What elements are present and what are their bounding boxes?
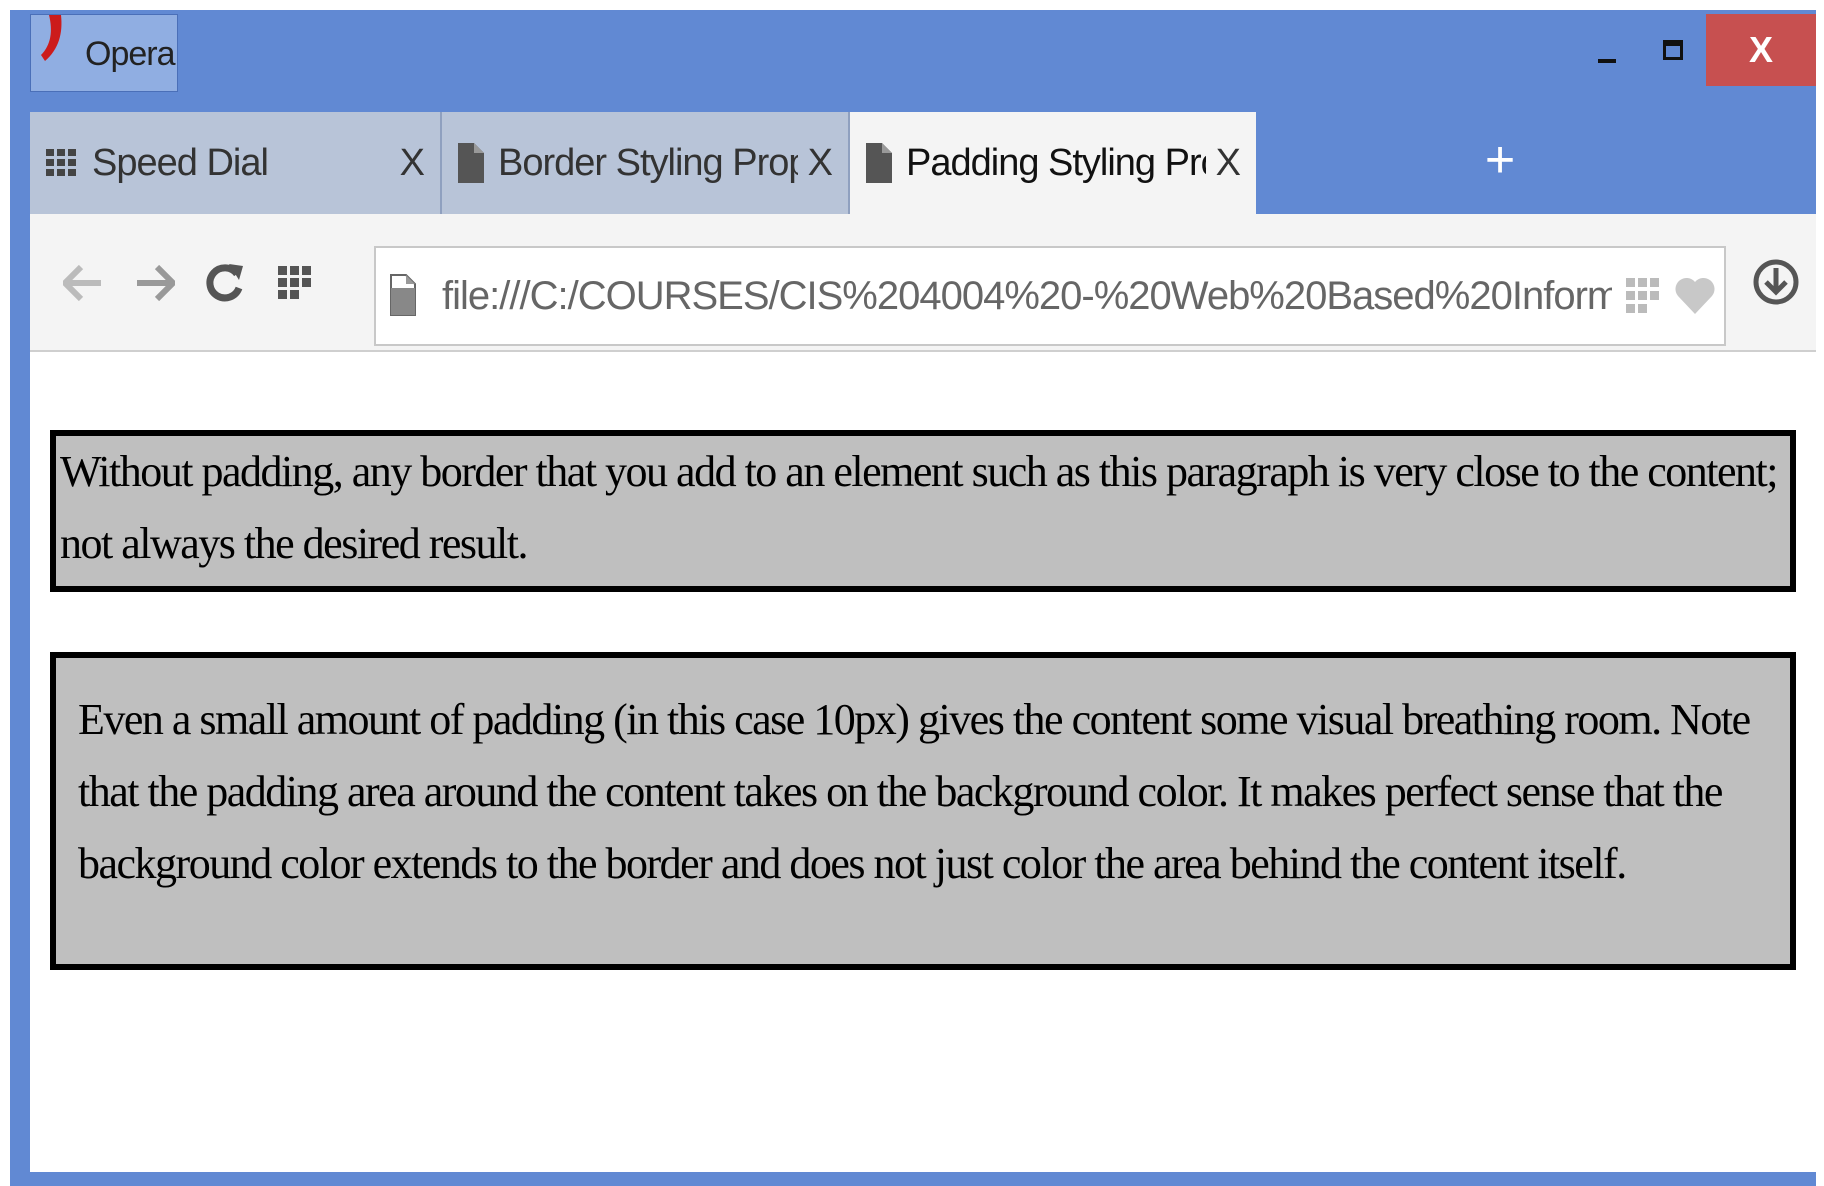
browser-window: Opera X Speed Dial X Border Styling Pro … (10, 10, 1816, 1186)
new-tab-button[interactable]: + (1470, 130, 1530, 190)
tab-border-styling[interactable]: Border Styling Properties X (442, 112, 850, 214)
close-window-button[interactable]: X (1706, 14, 1816, 86)
tab-speed-dial[interactable]: Speed Dial X (30, 112, 442, 214)
close-icon: X (1748, 29, 1773, 70)
page-icon (458, 143, 484, 183)
speed-dial-button[interactable] (270, 258, 320, 308)
tab-close-icon[interactable]: X (1216, 142, 1241, 185)
paragraph-with-padding: Even a small amount of padding (in this … (50, 652, 1796, 970)
opera-menu-button[interactable]: Opera (30, 14, 178, 92)
back-arrow-icon (63, 265, 101, 301)
maximize-button[interactable] (1640, 14, 1706, 86)
reload-icon (206, 264, 243, 302)
plus-icon: + (1484, 131, 1516, 189)
paragraph-without-padding: Without padding, any border that you add… (50, 430, 1796, 592)
heart-icon[interactable] (1674, 274, 1716, 316)
grid-icon (278, 266, 311, 299)
page-icon (866, 143, 892, 183)
page-content: Without padding, any border that you add… (30, 352, 1816, 1172)
minimize-icon (1598, 59, 1616, 63)
url-text[interactable]: file:///C:/COURSES/CIS%204004%20-%20Web%… (442, 274, 1612, 319)
tab-title: Border Styling Properties (498, 141, 798, 184)
reload-button[interactable] (200, 258, 250, 308)
tab-close-icon[interactable]: X (400, 142, 425, 185)
forward-button[interactable] (130, 258, 180, 308)
file-icon (390, 274, 416, 316)
minimize-button[interactable] (1574, 14, 1640, 86)
browser-toolbar: file:///C:/COURSES/CIS%204004%20-%20Web%… (30, 214, 1816, 352)
speed-dial-icon (46, 147, 78, 179)
download-icon (1753, 259, 1799, 305)
tab-title: Padding Styling Properties (906, 141, 1206, 184)
address-bar[interactable]: file:///C:/COURSES/CIS%204004%20-%20Web%… (374, 246, 1726, 346)
back-button[interactable] (58, 258, 108, 308)
tab-close-icon[interactable]: X (808, 142, 833, 185)
tab-padding-styling[interactable]: Padding Styling Properties X (850, 112, 1256, 214)
forward-arrow-icon (137, 265, 175, 301)
opera-logo-icon (41, 15, 62, 61)
maximize-icon (1663, 40, 1683, 60)
downloads-button[interactable] (1752, 254, 1800, 315)
speed-dial-add-icon[interactable] (1626, 278, 1660, 314)
tab-title: Speed Dial (92, 141, 269, 184)
opera-menu-label: Opera (85, 35, 175, 73)
